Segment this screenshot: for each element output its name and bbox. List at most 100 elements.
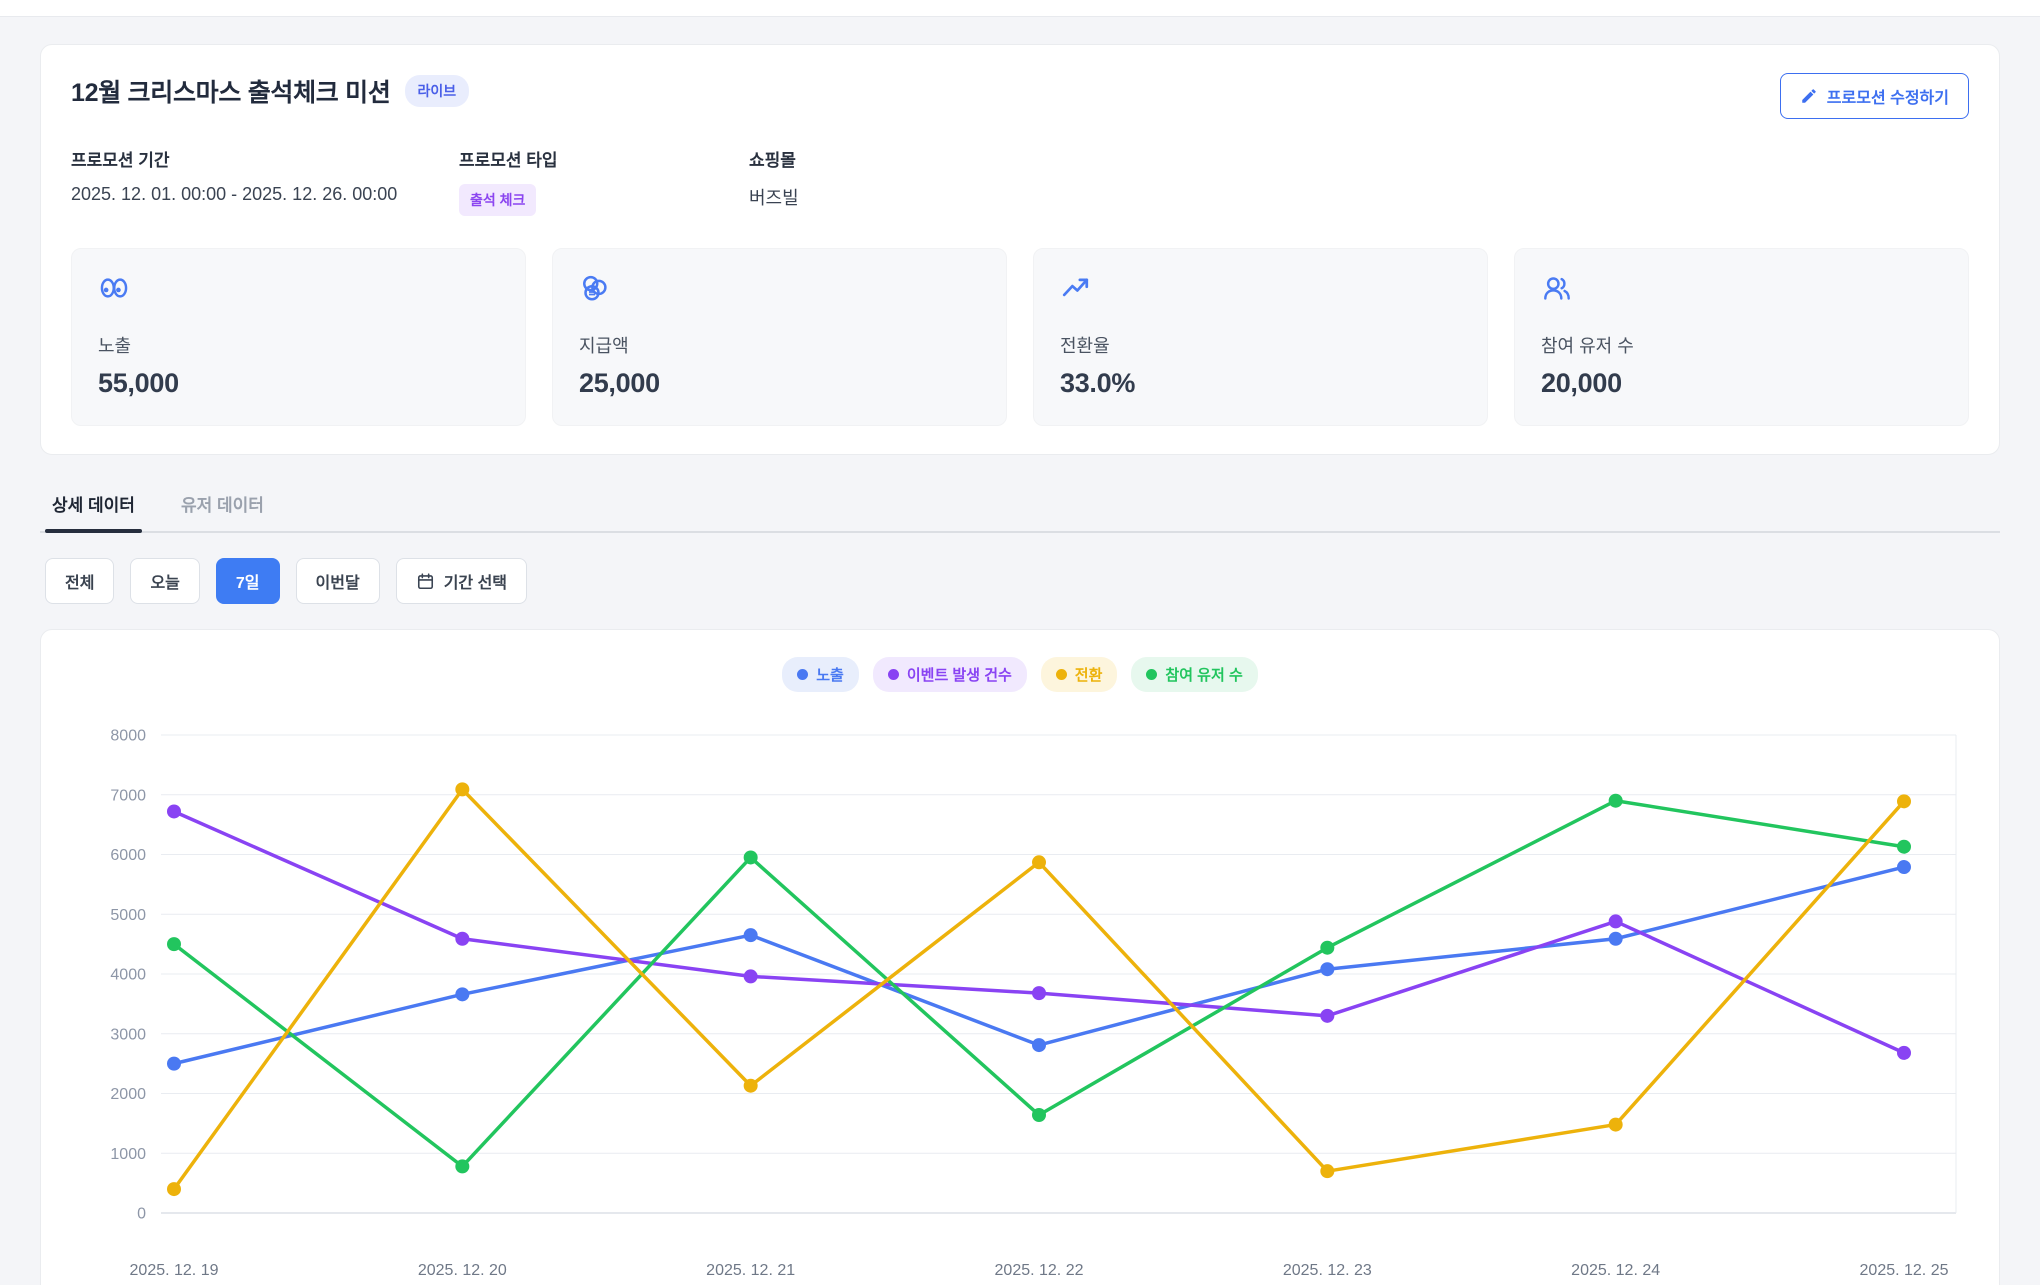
chart-card: 노출 이벤트 발생 건수 전환 참여 유저 수 0 1000 2000 3000 4000 50…	[40, 629, 2000, 1285]
chart-point[interactable]	[1320, 1164, 1335, 1179]
y-axis-tick-label: 0	[137, 1206, 146, 1223]
chart-point[interactable]	[455, 1159, 470, 1174]
shopping-mall: 쇼핑몰 버즈빌	[749, 146, 799, 216]
chart-point[interactable]	[743, 1078, 758, 1093]
line-chart: 0 1000 2000 3000 4000 5000 6000 7000 8000 2025. 1…	[110, 728, 1957, 1279]
chart-point[interactable]	[743, 928, 758, 943]
filter-bar: 전체 오늘 7일 이번달 기간 선택	[40, 558, 2000, 604]
chart-legend: 노출 이벤트 발생 건수 전환 참여 유저 수	[41, 630, 1999, 692]
chart-point[interactable]	[1320, 940, 1335, 955]
x-axis-tick-label: 2025. 12. 24	[1571, 1262, 1660, 1279]
x-axis-tick-label: 2025. 12. 20	[418, 1262, 507, 1279]
x-axis-tick-label: 2025. 12. 21	[706, 1262, 795, 1279]
promotion-type-label: 프로모션 타입	[459, 151, 558, 170]
pencil-icon	[1802, 89, 1816, 103]
tab-detail-data[interactable]: 상세 데이터	[45, 491, 142, 533]
x-axis-tick-label: 2025. 12. 19	[130, 1262, 219, 1279]
chart-point[interactable]	[455, 987, 470, 1002]
legend-dot-icon	[1055, 669, 1067, 680]
chart-point[interactable]	[1032, 986, 1046, 1001]
filter-label: 7일	[235, 575, 260, 592]
legend-label: 노출	[816, 667, 844, 684]
legend-item[interactable]: 전환	[1040, 657, 1118, 692]
chart-point[interactable]	[1032, 1038, 1046, 1053]
filter-7days-button[interactable]: 7일	[215, 558, 280, 604]
filter-label: 전체	[65, 575, 95, 592]
eyes-icon	[100, 278, 128, 298]
chart-point[interactable]	[167, 1182, 181, 1197]
chart-point[interactable]	[1320, 962, 1335, 977]
y-axis-tick-label: 2000	[110, 1086, 146, 1103]
tab-user-data[interactable]: 유저 데이터	[174, 491, 271, 531]
promotion-period: 프로모션 기간 2025. 12. 01. 00:00 - 2025. 12. …	[71, 146, 459, 216]
y-axis-tick-label: 1000	[110, 1146, 146, 1163]
stat-label: 노출	[98, 336, 132, 356]
chart-point[interactable]	[1608, 793, 1623, 808]
y-axis-tick-label: 3000	[110, 1026, 146, 1043]
legend-label: 이벤트 발생 건수	[906, 667, 1012, 684]
chart-point[interactable]	[1032, 855, 1046, 870]
edit-promotion-label: 프로모션 수정하기	[1826, 90, 1949, 107]
chart-point[interactable]	[1897, 839, 1911, 854]
legend-dot-icon	[887, 669, 899, 680]
stat-card-conversion-rate: 전환율 33.0%	[1033, 248, 1488, 426]
chart-point[interactable]	[167, 804, 181, 819]
chart-point[interactable]	[455, 782, 470, 797]
x-axis-tick-label: 2025. 12. 23	[1283, 1262, 1372, 1279]
promotion-header-card: 12월 크리스마스 출석체크 미션 라이브 프로모션 수정하기 프로모션 기간 …	[40, 44, 2000, 455]
x-axis-tick-label: 2025. 12. 22	[995, 1262, 1084, 1279]
y-axis-tick-label: 6000	[110, 847, 146, 864]
legend-item[interactable]: 노출	[782, 657, 859, 692]
filter-date-range-button[interactable]: 기간 선택	[395, 558, 528, 604]
top-bar	[0, 0, 2040, 17]
coins-icon	[583, 275, 607, 301]
trending-up-icon	[1062, 278, 1089, 297]
chart-point[interactable]	[1032, 1108, 1046, 1123]
chart-point[interactable]	[1608, 1117, 1623, 1132]
filter-label: 기간 선택	[443, 575, 508, 592]
y-axis-tick-label: 7000	[110, 787, 146, 804]
filter-today-button[interactable]: 오늘	[130, 558, 200, 604]
shopping-mall-label: 쇼핑몰	[749, 151, 796, 170]
stat-card-impressions: 노출 55,000	[71, 248, 526, 426]
stat-label: 참여 유저 수	[1541, 336, 1634, 356]
stat-value: 20,000	[1541, 368, 1622, 398]
chart-point[interactable]	[1320, 1008, 1335, 1023]
chart-point[interactable]	[167, 1056, 181, 1071]
page-title: 12월 크리스마스 출석체크 미션	[71, 79, 391, 107]
filter-label: 오늘	[150, 575, 180, 592]
chart-point[interactable]	[1897, 794, 1911, 809]
users-icon	[1544, 277, 1570, 300]
y-axis-tick-label: 4000	[110, 967, 146, 984]
stat-label: 지급액	[579, 336, 629, 356]
stat-card-payout: 지급액 25,000	[552, 248, 1007, 426]
x-axis-tick-label: 2025. 12. 25	[1860, 1262, 1949, 1279]
legend-item[interactable]: 이벤트 발생 건수	[872, 657, 1027, 692]
legend-label: 전환	[1074, 667, 1103, 684]
legend-label: 참여 유저 수	[1165, 667, 1243, 684]
chart-point[interactable]	[1897, 860, 1911, 875]
chart-point[interactable]	[1897, 1045, 1911, 1060]
filter-this-month-button[interactable]: 이번달	[295, 558, 380, 604]
chart-point[interactable]	[1608, 914, 1623, 929]
chart-point[interactable]	[1608, 931, 1623, 946]
legend-item[interactable]: 참여 유저 수	[1131, 657, 1258, 692]
chart-point[interactable]	[743, 850, 758, 865]
stat-label: 전환율	[1060, 336, 1110, 356]
stat-value: 55,000	[98, 368, 179, 398]
filter-all-button[interactable]: 전체	[45, 558, 115, 604]
legend-dot-icon	[1146, 669, 1158, 680]
stat-card-participating-users: 참여 유저 수 20,000	[1514, 248, 1969, 426]
legend-dot-icon	[797, 669, 809, 680]
tab-bar: 상세 데이터 유저 데이터	[40, 491, 2000, 533]
stat-value: 33.0%	[1060, 368, 1136, 398]
promotion-period-label: 프로모션 기간	[71, 151, 170, 170]
chart-point[interactable]	[743, 969, 758, 984]
shopping-mall-value: 버즈빌	[749, 188, 799, 208]
filter-label: 이번달	[315, 575, 360, 592]
chart-point[interactable]	[167, 937, 181, 952]
promotion-type: 프로모션 타입 출석 체크	[459, 146, 749, 216]
chart-point[interactable]	[455, 931, 470, 946]
edit-promotion-button[interactable]: 프로모션 수정하기	[1779, 73, 1969, 119]
promotion-period-value: 2025. 12. 01. 00:00 - 2025. 12. 26. 00:0…	[71, 184, 398, 204]
